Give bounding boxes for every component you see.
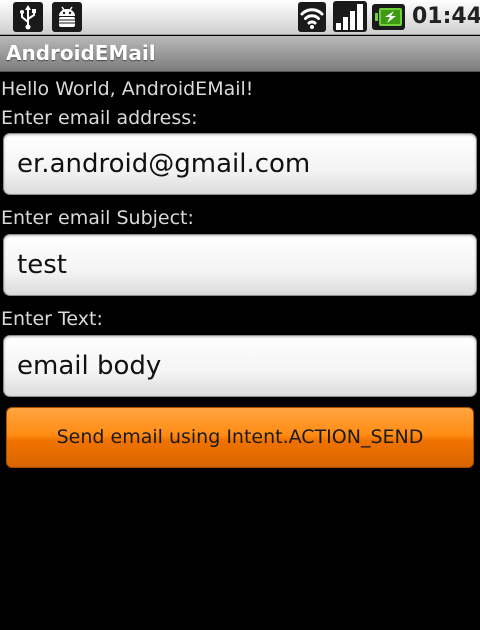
android-debug-icon xyxy=(52,2,82,32)
greeting-text: Hello World, AndroidEMail! xyxy=(1,78,254,100)
signal-icon xyxy=(333,1,367,32)
app-title: AndroidEMail xyxy=(6,41,156,65)
status-time: 01:44 xyxy=(412,4,480,29)
email-body-field[interactable]: email body xyxy=(3,335,477,397)
email-subject-field[interactable]: test xyxy=(3,234,477,296)
email-address-label: Enter email address: xyxy=(1,107,198,129)
wifi-icon xyxy=(298,2,326,32)
battery-charging-icon xyxy=(372,4,405,30)
usb-icon xyxy=(13,2,43,32)
email-subject-label: Enter email Subject: xyxy=(1,207,194,229)
email-text-label: Enter Text: xyxy=(1,308,103,330)
status-bar: 01:44 xyxy=(0,0,480,35)
email-address-field[interactable]: er.android@gmail.com xyxy=(3,133,477,195)
app-title-bar: AndroidEMail xyxy=(0,36,480,72)
send-email-button[interactable]: Send email using Intent.ACTION_SEND xyxy=(6,407,474,468)
